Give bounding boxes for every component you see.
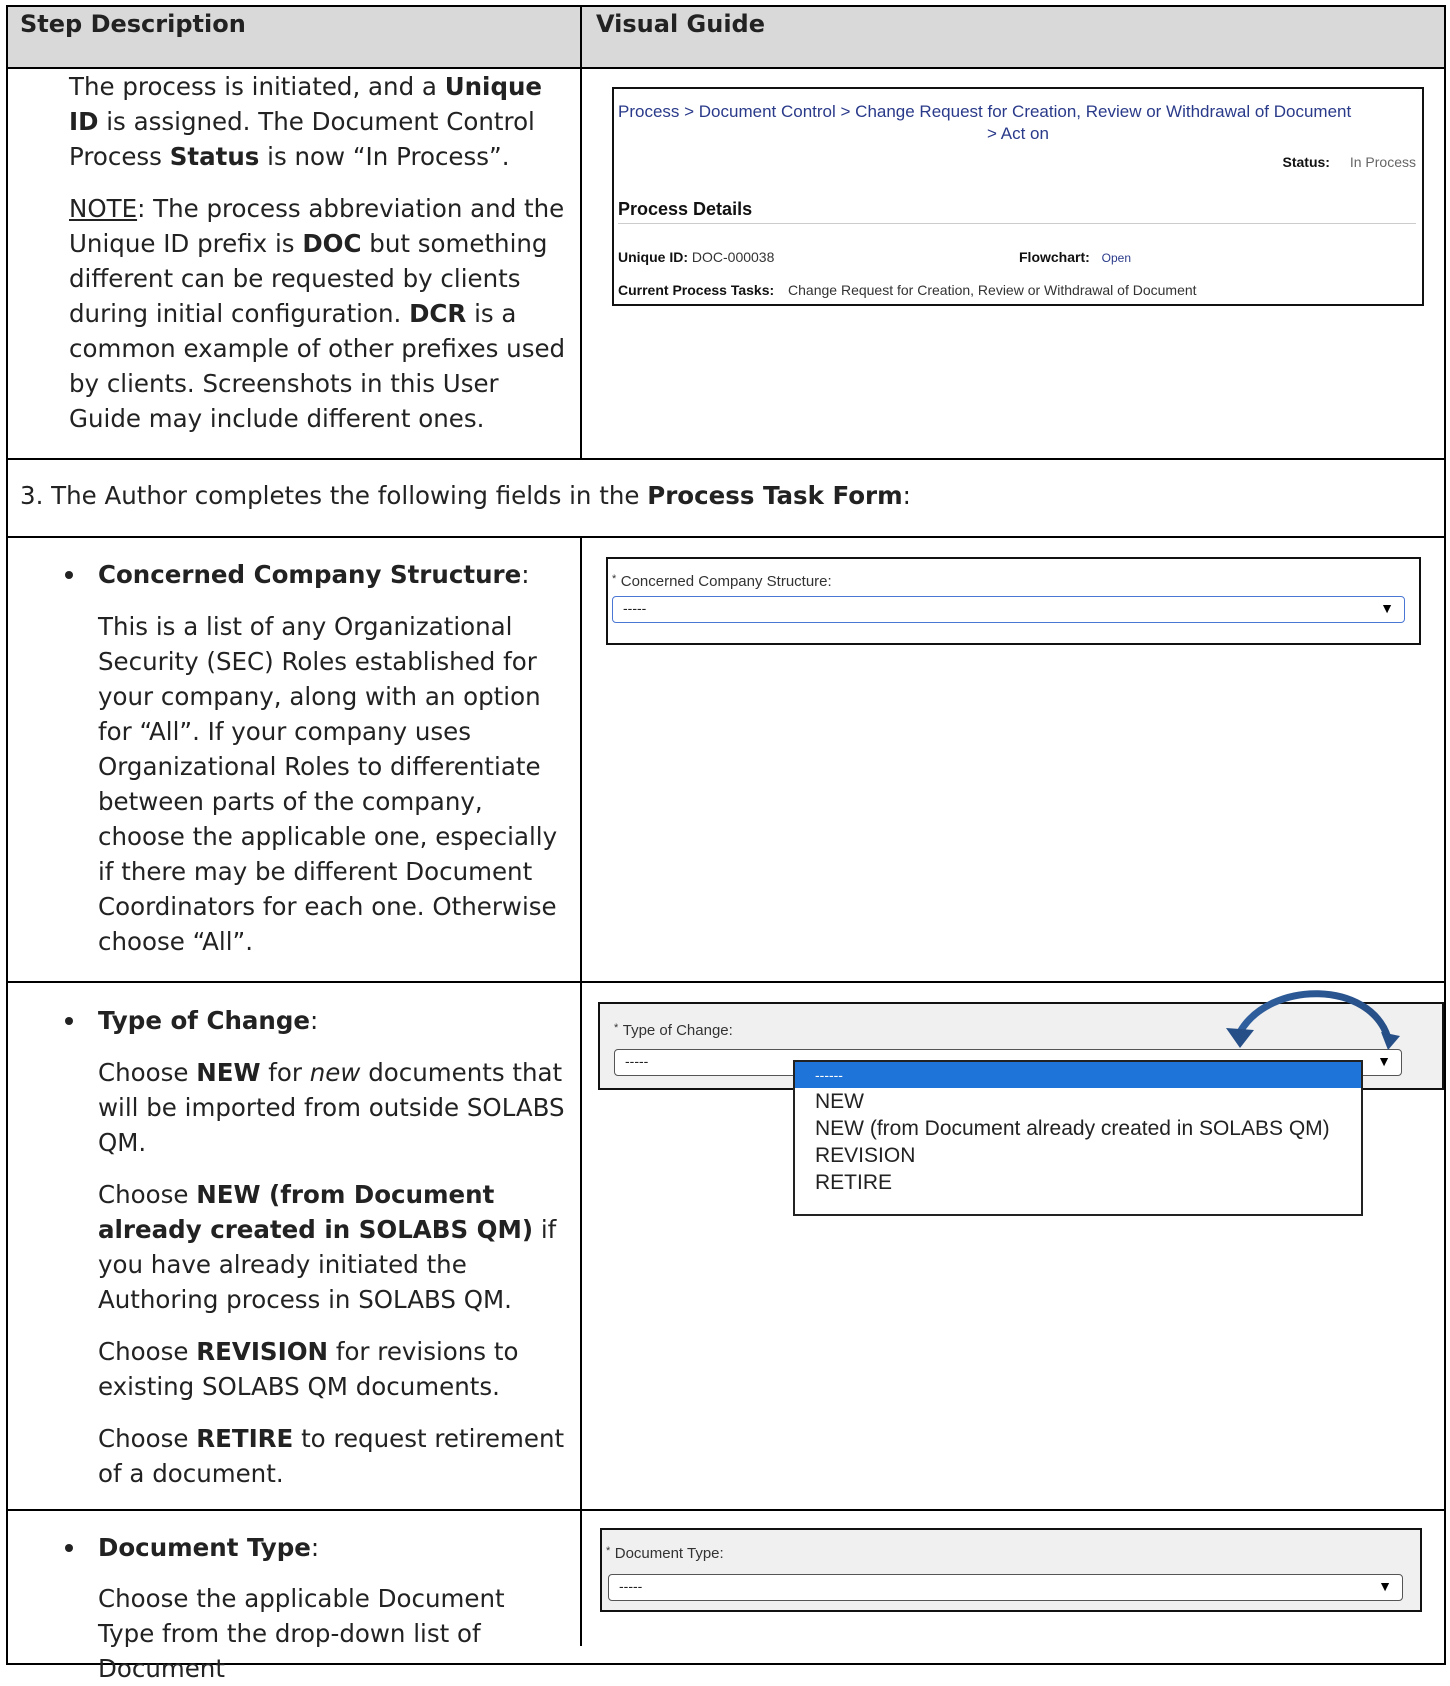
current-tasks-row: Current Process Tasks: Change Request fo… bbox=[618, 282, 1197, 298]
type-of-change-description: Choose NEW for new documents that will b… bbox=[98, 1055, 568, 1508]
row-divider bbox=[6, 981, 1446, 983]
step-initiated-text: The process is initiated, and a Unique I… bbox=[69, 69, 569, 453]
type-of-change-heading: Type of Change: bbox=[65, 1003, 568, 1038]
row-divider bbox=[6, 1509, 1446, 1511]
flowchart-label: Flowchart: bbox=[1019, 249, 1090, 265]
field-label: * Document Type: bbox=[606, 1545, 724, 1563]
bullet-icon bbox=[65, 571, 73, 579]
note-paragraph: NOTE: The process abbreviation and the U… bbox=[69, 194, 566, 433]
concerned-company-structure-select[interactable]: ----- ▼ bbox=[612, 596, 1405, 623]
document-type-heading: Document Type: bbox=[65, 1530, 568, 1565]
current-tasks-value: Change Request for Creation, Review or W… bbox=[788, 282, 1197, 298]
select-value: ----- bbox=[623, 600, 647, 616]
select-value: ----- bbox=[625, 1053, 649, 1069]
header-visual-guide: Visual Guide bbox=[596, 10, 765, 38]
select-value: ----- bbox=[619, 1578, 643, 1594]
chevron-down-icon: ▼ bbox=[1378, 1578, 1392, 1594]
column-divider bbox=[580, 5, 582, 460]
curved-arrow-icon bbox=[1226, 990, 1400, 1050]
page: Step Description Visual Guide The proces… bbox=[0, 0, 1450, 1683]
breadcrumb-line-2[interactable]: > Act on bbox=[618, 123, 1418, 145]
process-details-screenshot: Process > Document Control > Change Requ… bbox=[612, 87, 1424, 306]
document-type-description: Choose the applicable Document Type from… bbox=[98, 1584, 505, 1683]
option-new[interactable]: NEW bbox=[795, 1088, 1361, 1115]
concerned-company-structure-description: This is a list of any Organizational Sec… bbox=[98, 612, 558, 956]
type-of-change-options[interactable]: ------ NEW NEW (from Document already cr… bbox=[793, 1060, 1363, 1216]
document-type-label: Document Type: bbox=[614, 1545, 724, 1562]
header-step-description: Step Description bbox=[20, 10, 246, 38]
option-new-from-document[interactable]: NEW (from Document already created in SO… bbox=[795, 1115, 1361, 1142]
column-divider bbox=[580, 536, 582, 1646]
unique-id-paragraph: The process is initiated, and a Unique I… bbox=[69, 72, 543, 171]
unique-id-value: DOC-000038 bbox=[691, 249, 775, 265]
row-divider bbox=[6, 536, 1446, 538]
unique-id-label: Unique ID: bbox=[618, 249, 688, 265]
concerned-company-structure-screenshot: * Concerned Company Structure: ----- ▼ bbox=[606, 557, 1421, 645]
field-label: * Type of Change: bbox=[614, 1022, 733, 1040]
status-label: Status: bbox=[1282, 154, 1330, 170]
current-tasks-label: Current Process Tasks: bbox=[618, 282, 775, 298]
breadcrumb: Process > Document Control > Change Requ… bbox=[618, 101, 1418, 145]
section-divider bbox=[618, 223, 1416, 224]
concerned-company-structure-label: Concerned Company Structure: bbox=[620, 573, 832, 590]
choose-retire-paragraph: Choose RETIRE to request retirement of a… bbox=[98, 1424, 565, 1488]
concerned-company-structure-heading: Concerned Company Structure: bbox=[65, 557, 568, 592]
bullet-icon bbox=[65, 1017, 73, 1025]
status-row: Status: In Process bbox=[1283, 154, 1416, 170]
row-divider bbox=[6, 458, 1446, 460]
type-of-change-label: Type of Change: bbox=[622, 1022, 733, 1039]
step-3-text: 3. The Author completes the following fi… bbox=[20, 481, 911, 510]
choose-revision-paragraph: Choose REVISION for revisions to existin… bbox=[98, 1337, 519, 1401]
option-blank[interactable]: ------ bbox=[795, 1062, 1361, 1088]
choose-new-paragraph: Choose NEW for new documents that will b… bbox=[98, 1058, 565, 1157]
chevron-down-icon: ▼ bbox=[1380, 600, 1394, 616]
option-revision[interactable]: REVISION bbox=[795, 1142, 1361, 1169]
bullet-icon bbox=[65, 1544, 73, 1552]
unique-id-row: Unique ID: DOC-000038 bbox=[618, 249, 774, 265]
choose-new-from-document-paragraph: Choose NEW (from Document already create… bbox=[98, 1180, 557, 1314]
field-label: * Concerned Company Structure: bbox=[612, 573, 832, 591]
option-retire[interactable]: RETIRE bbox=[795, 1169, 1361, 1196]
breadcrumb-line-1[interactable]: Process > Document Control > Change Requ… bbox=[618, 101, 1418, 123]
required-star: * bbox=[614, 1022, 619, 1034]
document-type-select[interactable]: ----- ▼ bbox=[608, 1574, 1403, 1601]
status-value: In Process bbox=[1349, 154, 1416, 170]
process-details-title: Process Details bbox=[618, 199, 753, 219]
document-type-screenshot: * Document Type: ----- ▼ bbox=[600, 1528, 1422, 1612]
flowchart-row: Flowchart: Open bbox=[1019, 249, 1131, 265]
flowchart-link[interactable]: Open bbox=[1102, 251, 1131, 265]
required-star: * bbox=[606, 1545, 611, 1557]
required-star: * bbox=[612, 573, 617, 585]
